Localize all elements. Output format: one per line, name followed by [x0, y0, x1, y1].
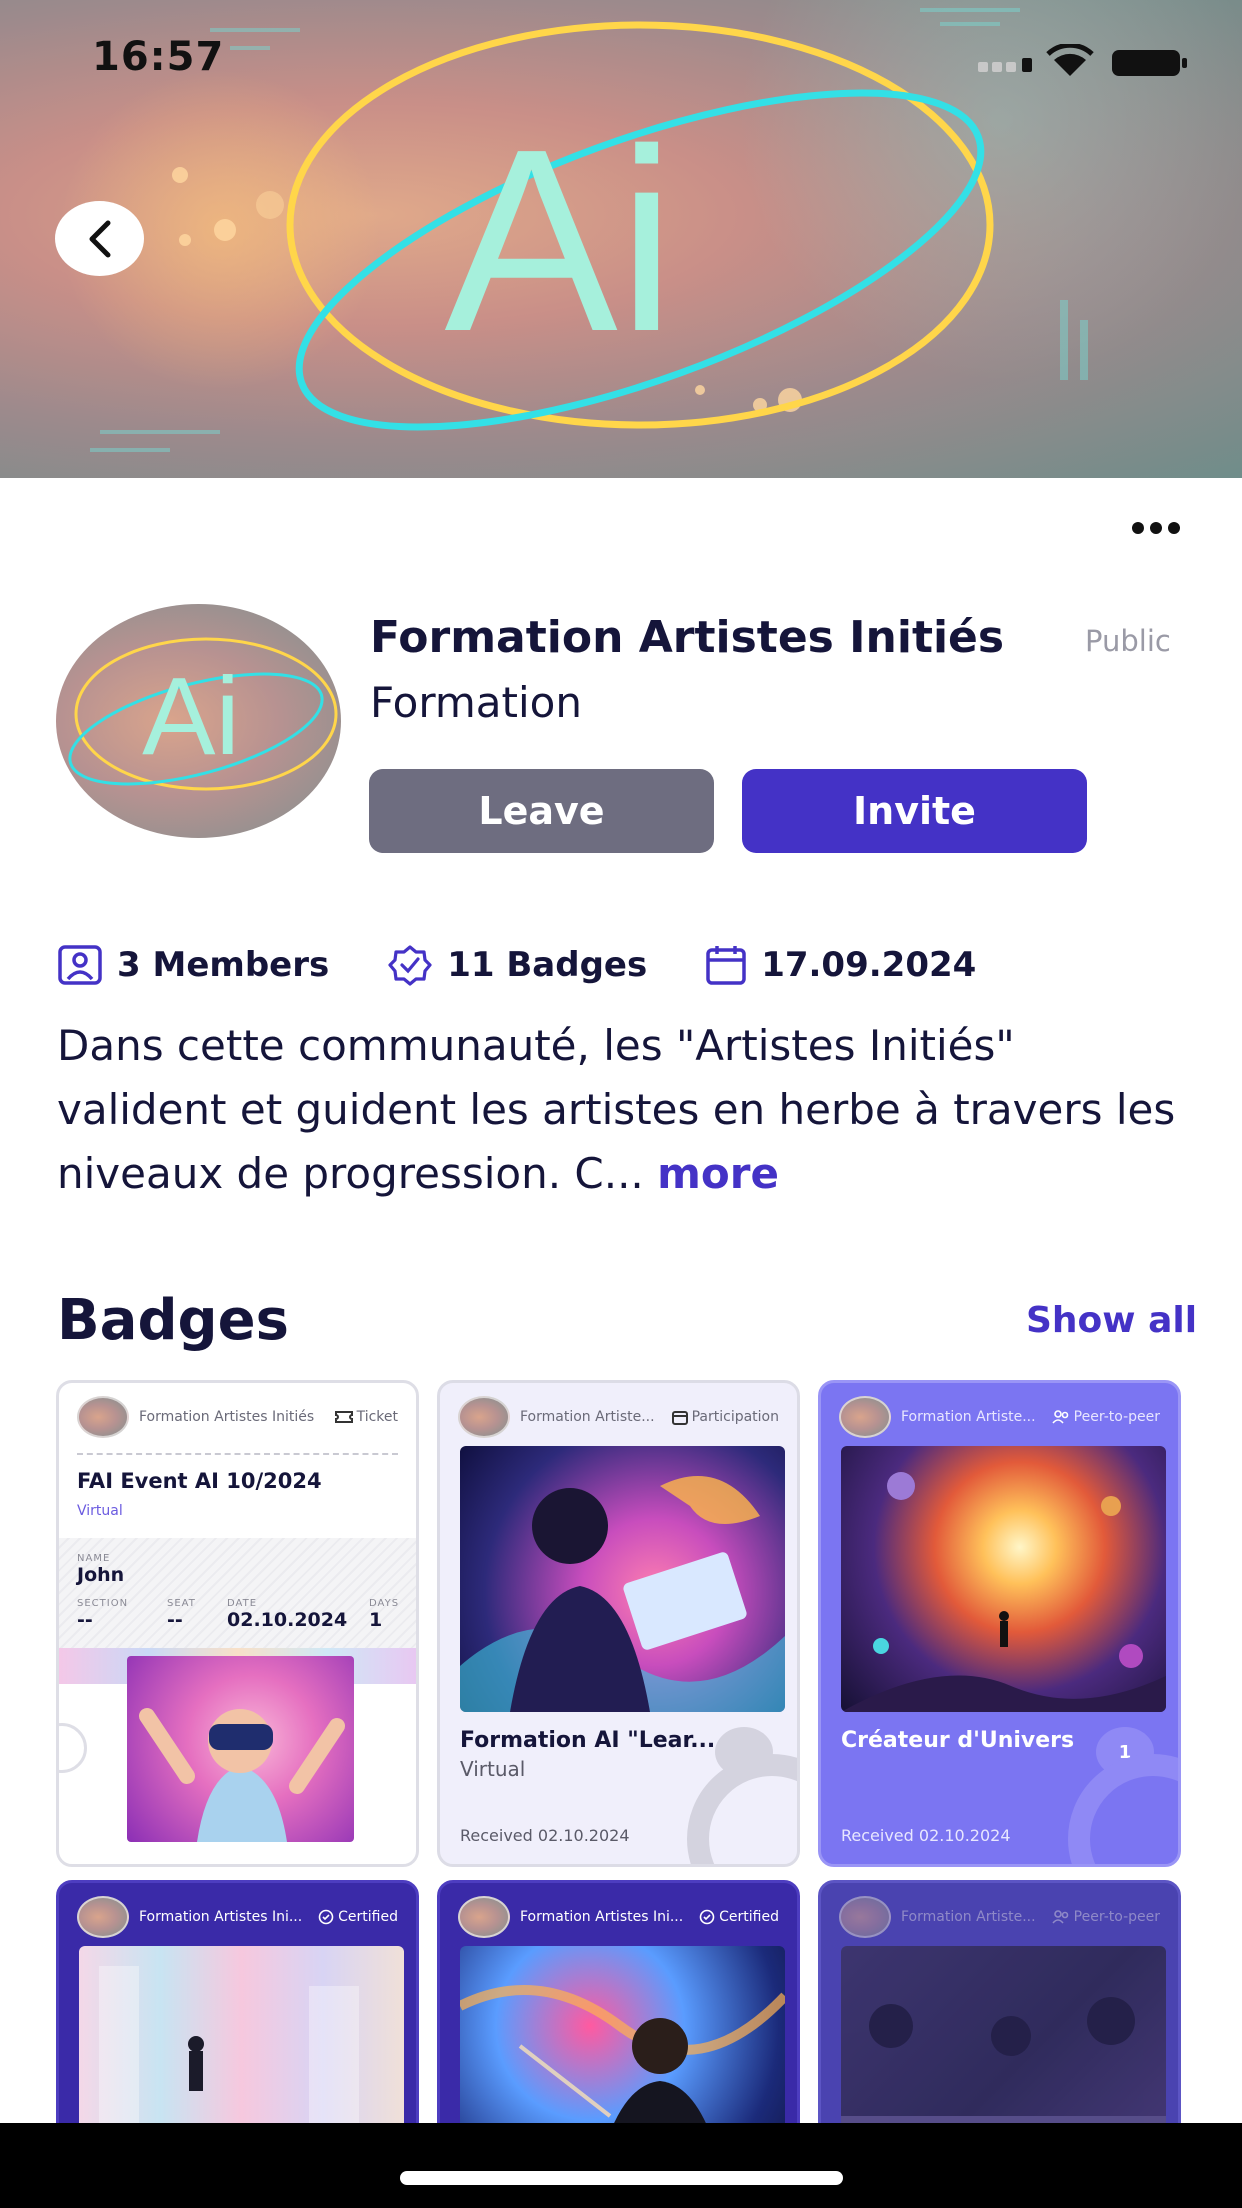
- card-org: Formation Artiste...: [520, 1409, 655, 1425]
- card-header: Formation Artistes Ini... Certified: [77, 1895, 398, 1939]
- artist-tablet-illustration: [460, 1476, 785, 1712]
- stats-row: 3 Members 11 Badges 17.09.2024: [57, 940, 1034, 990]
- description-text: Dans cette communauté, les "Artistes Ini…: [57, 1021, 1176, 1198]
- badge-name: Créateur d'Univers: [841, 1728, 1075, 1753]
- ticket-name-block: NAME John: [77, 1553, 125, 1586]
- wifi-icon: [1054, 53, 1086, 76]
- chevron-left-icon: [89, 220, 110, 257]
- card-type: Peer-to-peer: [1052, 1909, 1160, 1925]
- badges-stat: 11 Badges: [387, 944, 647, 986]
- card-avatar: [839, 1896, 891, 1938]
- certified-check-icon: [318, 1909, 334, 1925]
- badge-image: [460, 1946, 785, 2137]
- card-org: Formation Artistes Initiés: [139, 1409, 315, 1425]
- decor-arc: [1068, 1754, 1178, 1864]
- badge-card-peer[interactable]: Formation Artiste... Peer-to-peer: [818, 1880, 1181, 2140]
- badges-count: 11 Badges: [447, 945, 648, 985]
- ticket-image: [127, 1656, 354, 1842]
- more-link[interactable]: more: [657, 1149, 779, 1198]
- created-date: 17.09.2024: [761, 945, 977, 985]
- status-icons: [978, 44, 1187, 76]
- show-all-link[interactable]: Show all: [1026, 1300, 1197, 1341]
- card-org: Formation Artiste...: [901, 1409, 1036, 1425]
- card-header: Formation Artistes Ini... Certified: [458, 1895, 779, 1939]
- badge-sub: Virtual: [460, 1757, 526, 1781]
- ticket-mode: Virtual: [77, 1503, 123, 1519]
- card-avatar: [458, 1396, 510, 1438]
- calendar-icon: [706, 946, 746, 985]
- hero-logo-text: Ai: [444, 96, 675, 386]
- card-header: Formation Artiste... Peer-to-peer: [839, 1395, 1160, 1439]
- card-header: Formation Artiste... Peer-to-peer: [839, 1895, 1160, 1939]
- badge-name: Formation AI "Lear...: [460, 1728, 716, 1753]
- members-count: 3 Members: [117, 945, 330, 985]
- dashed-divider: [77, 1453, 398, 1455]
- avatar-ai-art: Ai: [68, 637, 338, 791]
- certified-check-icon: [699, 1909, 715, 1925]
- ticket-icon: [334, 1411, 353, 1423]
- ticket-seat: SEAT --: [167, 1598, 196, 1631]
- card-header: Formation Artistes Initiés Ticket: [77, 1395, 398, 1439]
- visibility-label: Public: [1085, 624, 1171, 658]
- card-type: Certified: [699, 1909, 779, 1925]
- home-indicator[interactable]: [400, 2171, 843, 2185]
- card-header: Formation Artiste... Participation: [458, 1395, 779, 1439]
- received-date: Received 02.10.2024: [460, 1826, 630, 1845]
- ticket-event: FAI Event AI 10/2024: [77, 1469, 322, 1493]
- badge-card-ticket[interactable]: Formation Artistes Initiés Ticket FAI Ev…: [56, 1380, 419, 1867]
- home-bar-area: [0, 2123, 1242, 2208]
- card-type: Participation: [671, 1409, 779, 1425]
- vr-person-illustration: [139, 1708, 345, 1842]
- cosmos-illustration: [841, 1472, 1166, 1712]
- community-category: Formation: [370, 678, 582, 727]
- status-time: 16:57: [92, 34, 225, 80]
- community-description: Dans cette communauté, les "Artistes Ini…: [57, 1014, 1197, 1206]
- ticket-holder-name: John: [77, 1564, 125, 1586]
- card-type: Ticket: [334, 1409, 398, 1425]
- badge-card-participation[interactable]: Formation Artiste... Participation Forma…: [437, 1380, 800, 1867]
- peer-users-icon: [1052, 1910, 1068, 1924]
- card-org: Formation Artistes Ini...: [139, 1909, 303, 1925]
- invite-button[interactable]: Invite: [742, 769, 1087, 853]
- badges-section-title: Badges: [57, 1288, 289, 1353]
- card-org: Formation Artistes Ini...: [520, 1909, 684, 1925]
- badge-image: [841, 1946, 1166, 2137]
- back-button[interactable]: [55, 201, 144, 276]
- badge-image: [460, 1446, 785, 1712]
- ticket-days: DAYS 1: [369, 1598, 400, 1631]
- ticket-date: DATE 02.10.2024: [227, 1598, 348, 1631]
- svg-text:Ai: Ai: [142, 655, 240, 778]
- community-title: Formation Artistes Initiés: [370, 612, 1005, 663]
- calendar-icon: [671, 1411, 688, 1425]
- badge-card-peer[interactable]: Formation Artiste... Peer-to-peer Créate…: [818, 1380, 1181, 1867]
- workshop-illustration: [841, 1997, 1166, 2137]
- community-avatar: Ai: [56, 604, 341, 838]
- decor-arc: [687, 1754, 797, 1864]
- card-type: Certified: [318, 1909, 398, 1925]
- battery-icon: [1112, 50, 1180, 76]
- badge-card-certified[interactable]: Formation Artistes Ini... Certified: [437, 1880, 800, 2140]
- card-avatar: [77, 1396, 129, 1438]
- leave-button[interactable]: Leave: [369, 769, 714, 853]
- ticket-notch: [59, 1723, 87, 1773]
- card-avatar: [77, 1896, 129, 1938]
- card-avatar: [839, 1396, 891, 1438]
- members-stat[interactable]: 3 Members: [57, 945, 329, 985]
- members-icon: [58, 945, 102, 985]
- peer-users-icon: [1052, 1410, 1068, 1424]
- pastel-city-illustration: [99, 1966, 359, 2137]
- painter-illustration: [460, 1985, 785, 2137]
- hero-banner: Ai 16:57: [0, 0, 1242, 478]
- badge-check-icon: [388, 945, 432, 986]
- badge-image: [79, 1946, 404, 2137]
- card-avatar: [458, 1896, 510, 1938]
- more-options-icon[interactable]: [1120, 516, 1192, 540]
- date-stat: 17.09.2024: [705, 944, 976, 986]
- card-type: Peer-to-peer: [1052, 1409, 1160, 1425]
- badge-card-certified[interactable]: Formation Artistes Ini... Certified: [56, 1880, 419, 2140]
- card-org: Formation Artiste...: [901, 1909, 1036, 1925]
- badge-image: [841, 1446, 1166, 1712]
- ticket-section: SECTION --: [77, 1598, 129, 1631]
- received-date: Received 02.10.2024: [841, 1826, 1011, 1845]
